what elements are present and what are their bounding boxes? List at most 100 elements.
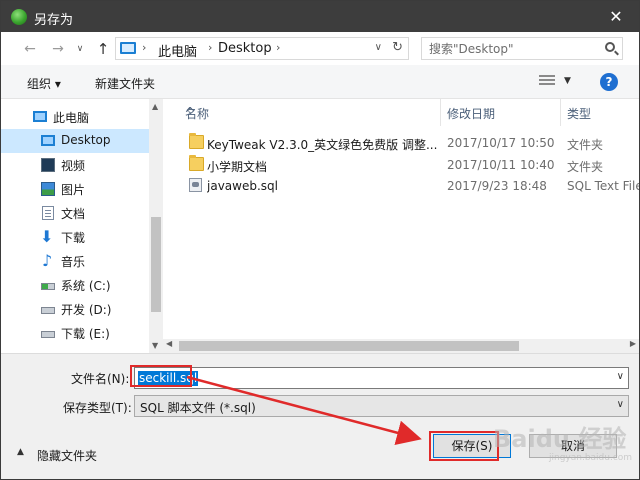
back-arrow-icon[interactable]: ← bbox=[19, 38, 41, 60]
file-row[interactable]: 小学期文档 2017/10/11 10:40 文件夹 bbox=[179, 154, 639, 176]
sidebar-item-label: Desktop bbox=[61, 133, 111, 147]
forward-arrow-icon[interactable]: → bbox=[47, 38, 69, 60]
column-header-type[interactable]: 类型 bbox=[561, 99, 639, 126]
file-name: javaweb.sql bbox=[207, 179, 278, 193]
sidebar-item-label: 系统 (C:) bbox=[61, 279, 111, 293]
search-box[interactable] bbox=[421, 37, 623, 60]
sidebar-item-label: 图片 bbox=[61, 183, 86, 197]
drive-icon bbox=[41, 331, 55, 338]
title-bar: 另存为 ✕ bbox=[1, 1, 639, 32]
command-toolbar: 组织 ▾ 新建文件夹 ▼ ? bbox=[1, 65, 639, 99]
window-title: 另存为 bbox=[34, 13, 74, 28]
file-name: KeyTweak V2.3.0_英文绿色免费版 调整... bbox=[207, 138, 437, 152]
folder-icon bbox=[189, 133, 204, 149]
filename-label: 文件名(N): bbox=[71, 372, 130, 386]
picture-icon bbox=[41, 182, 55, 196]
column-header-label: 类型 bbox=[567, 107, 592, 121]
sort-ascending-icon: ^ bbox=[185, 105, 196, 119]
scroll-right-arrow-icon[interactable]: ▶ bbox=[630, 339, 636, 348]
filename-field[interactable]: seckill.sql ∨ bbox=[134, 367, 629, 389]
close-button[interactable]: ✕ bbox=[593, 1, 639, 32]
filetype-select[interactable]: SQL 脚本文件 (*.sql) ∨ bbox=[134, 395, 629, 417]
sidebar-item-desktop[interactable]: Desktop bbox=[1, 129, 149, 153]
sidebar-item-label: 视频 bbox=[61, 159, 86, 173]
scrollbar-thumb[interactable] bbox=[151, 217, 161, 312]
organize-menu-button[interactable]: 组织 ▾ bbox=[27, 75, 61, 92]
address-bar[interactable]: › 此电脑 › Desktop › ∨ ↻ bbox=[115, 37, 409, 60]
sidebar-item-label: 此电脑 bbox=[53, 111, 90, 125]
scroll-left-arrow-icon[interactable]: ◀ bbox=[166, 339, 172, 348]
document-icon bbox=[42, 206, 54, 220]
filetype-selected-value: SQL 脚本文件 (*.sql) bbox=[140, 401, 256, 415]
sidebar-item-documents[interactable]: 文档 bbox=[1, 201, 149, 225]
save-button[interactable]: 保存(S) bbox=[433, 434, 511, 458]
sidebar-item-videos[interactable]: 视频 bbox=[1, 153, 149, 177]
file-name: 小学期文档 bbox=[207, 160, 268, 174]
sidebar-item-label: 文档 bbox=[61, 207, 86, 221]
collapse-chevron-icon: ▲ bbox=[17, 447, 24, 457]
desktop-icon bbox=[41, 135, 55, 146]
new-folder-button[interactable]: 新建文件夹 bbox=[95, 75, 155, 92]
computer-icon bbox=[33, 111, 47, 122]
system-drive-icon bbox=[41, 283, 55, 290]
file-type: SQL Text File bbox=[567, 179, 639, 193]
sidebar-item-label: 下载 bbox=[61, 231, 86, 245]
sidebar-item-music[interactable]: ♪ 音乐 bbox=[1, 249, 149, 273]
sidebar-item-label: 开发 (D:) bbox=[61, 303, 112, 317]
recent-locations-chevron-icon[interactable]: ∨ bbox=[73, 38, 87, 60]
hide-folders-label: 隐藏文件夹 bbox=[37, 449, 98, 463]
music-icon: ♪ bbox=[42, 251, 53, 270]
filetype-dropdown-chevron-icon[interactable]: ∨ bbox=[617, 399, 624, 410]
address-dropdown-chevron-icon[interactable]: ∨ bbox=[375, 42, 382, 53]
file-type: 文件夹 bbox=[567, 160, 604, 174]
sidebar-item-label: 音乐 bbox=[61, 255, 86, 269]
file-type: 文件夹 bbox=[567, 138, 604, 152]
sidebar-item-drive-c[interactable]: 系统 (C:) bbox=[1, 273, 149, 297]
scroll-down-arrow-icon[interactable]: ▼ bbox=[152, 341, 158, 350]
file-list: 名称 ^ 修改日期 类型 KeyTweak V2.3.0_英文绿色免费版 调整.… bbox=[163, 99, 639, 353]
view-options-icon[interactable] bbox=[539, 75, 555, 87]
refresh-icon[interactable]: ↻ bbox=[392, 40, 403, 55]
drive-icon bbox=[41, 307, 55, 314]
scrollbar-thumb[interactable] bbox=[179, 341, 519, 351]
file-date: 2017/10/17 10:50 bbox=[447, 136, 555, 150]
sidebar-item-drive-e[interactable]: 下载 (E:) bbox=[1, 321, 149, 345]
up-arrow-icon[interactable]: ↑ bbox=[92, 38, 114, 60]
computer-icon bbox=[120, 42, 136, 54]
breadcrumb-separator-icon[interactable]: › bbox=[276, 41, 280, 54]
search-input[interactable] bbox=[422, 38, 597, 59]
sidebar-item-pictures[interactable]: 图片 bbox=[1, 177, 149, 201]
sql-file-icon bbox=[189, 178, 202, 192]
filetype-label: 保存类型(T): bbox=[63, 401, 132, 415]
filename-selected-text[interactable]: seckill.sql bbox=[138, 371, 199, 386]
column-header-date[interactable]: 修改日期 bbox=[441, 99, 561, 126]
cancel-button[interactable]: 取消 bbox=[529, 434, 617, 458]
file-row[interactable]: javaweb.sql 2017/9/23 18:48 SQL Text Fil… bbox=[179, 175, 639, 197]
column-header-label: 修改日期 bbox=[447, 107, 496, 121]
help-icon[interactable]: ? bbox=[600, 73, 618, 91]
file-row[interactable]: KeyTweak V2.3.0_英文绿色免费版 调整... 2017/10/17… bbox=[179, 132, 639, 154]
video-icon bbox=[41, 158, 55, 172]
breadcrumb-separator-icon[interactable]: › bbox=[208, 41, 212, 54]
sidebar-item-label: 下载 (E:) bbox=[61, 327, 110, 341]
breadcrumb-desktop[interactable]: Desktop bbox=[218, 41, 272, 56]
navigation-bar: ← → ∨ ↑ › 此电脑 › Desktop › ∨ ↻ bbox=[1, 32, 639, 65]
sidebar-item-downloads[interactable]: ⬇ 下载 bbox=[1, 225, 149, 249]
search-icon[interactable] bbox=[605, 42, 615, 52]
file-list-horizontal-scrollbar[interactable]: ◀ ▶ bbox=[163, 339, 639, 353]
breadcrumb-this-pc[interactable]: 此电脑 bbox=[158, 41, 197, 60]
sidebar-vertical-scrollbar[interactable]: ▲ ▼ bbox=[149, 99, 163, 353]
folder-icon bbox=[189, 155, 204, 171]
filename-dropdown-chevron-icon[interactable]: ∨ bbox=[617, 371, 624, 382]
column-header-name[interactable]: 名称 ^ bbox=[179, 99, 441, 126]
view-dropdown-chevron-icon[interactable]: ▼ bbox=[564, 76, 571, 86]
breadcrumb-separator-icon[interactable]: › bbox=[142, 41, 146, 54]
navigation-pane: 此电脑 Desktop 视频 图片 文档 ⬇ 下载 ♪ 音乐 系统 (C:) 开… bbox=[1, 99, 163, 353]
save-as-dialog: 另存为 ✕ ← → ∨ ↑ › 此电脑 › Desktop › ∨ ↻ 组织 ▾… bbox=[0, 0, 640, 480]
scroll-up-arrow-icon[interactable]: ▲ bbox=[152, 102, 158, 111]
download-icon: ⬇ bbox=[40, 227, 54, 246]
app-icon bbox=[11, 9, 27, 25]
sidebar-item-drive-d[interactable]: 开发 (D:) bbox=[1, 297, 149, 321]
sidebar-item-this-pc[interactable]: 此电脑 bbox=[1, 105, 149, 129]
file-date: 2017/9/23 18:48 bbox=[447, 179, 547, 193]
